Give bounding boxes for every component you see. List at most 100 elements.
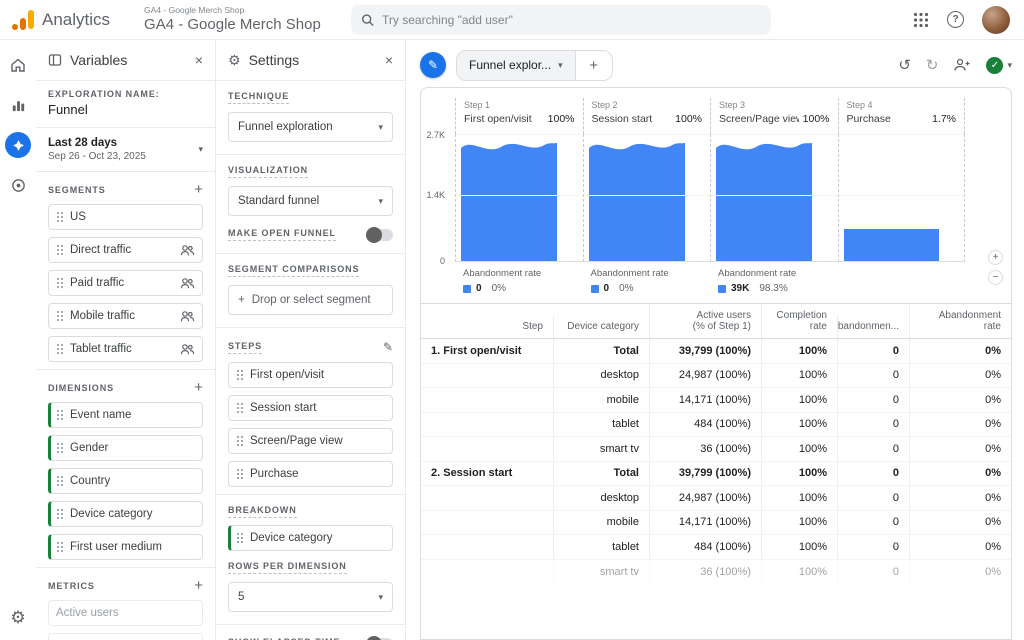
table-row[interactable]: mobile 14,171 (100%) 100% 0 0% <box>421 388 1011 413</box>
table-row[interactable]: mobile 14,171 (100%) 100% 0 0% <box>421 511 1011 536</box>
funnel-bar-area[interactable] <box>710 134 838 262</box>
saved-status-button[interactable]: ✓ ▾ <box>986 57 1012 74</box>
apps-grid-icon[interactable] <box>913 12 929 28</box>
zoom-in-button[interactable]: + <box>988 250 1003 265</box>
drag-handle-icon[interactable] <box>56 343 64 355</box>
table-row[interactable]: desktop 24,987 (100%) 100% 0 0% <box>421 486 1011 511</box>
table-row[interactable]: tablet 484 (100%) 100% 0 0% <box>421 413 1011 438</box>
add-metric-icon[interactable]: + <box>194 578 203 593</box>
drag-handle-icon[interactable] <box>236 402 244 414</box>
drag-handle-icon[interactable] <box>236 468 244 480</box>
table-row[interactable]: smart tv 36 (100%) 100% 0 0% <box>421 560 1011 585</box>
undo-icon[interactable]: ↺ <box>898 56 911 74</box>
table-row[interactable]: tablet 484 (100%) 100% 0 0% <box>421 535 1011 560</box>
analytics-logo-icon[interactable] <box>10 8 36 32</box>
add-dimension-icon[interactable]: + <box>194 380 203 395</box>
nav-advertising-icon[interactable] <box>5 172 31 198</box>
funnel-bar-area[interactable] <box>583 134 711 262</box>
variables-panel-icon <box>48 53 62 67</box>
nav-reports-icon[interactable] <box>5 92 31 118</box>
cell-abandonments: 0 <box>837 413 909 437</box>
metric-chip[interactable]: Event count <box>48 633 203 640</box>
funnel-step-column[interactable]: Step 3 Screen/Page view 100% Abandonment… <box>710 98 838 303</box>
drag-handle-icon[interactable] <box>236 532 244 544</box>
drag-handle-icon[interactable] <box>56 541 64 553</box>
edit-steps-icon[interactable]: ✎ <box>383 340 393 354</box>
date-range-picker[interactable]: Last 28 days Sep 26 - Oct 23, 2025 ▾ <box>48 128 203 171</box>
table-row[interactable]: smart tv 36 (100%) 100% 0 0% <box>421 437 1011 462</box>
drag-handle-icon[interactable] <box>236 369 244 381</box>
drag-handle-icon[interactable] <box>56 244 64 256</box>
dimension-chip[interactable]: Gender <box>48 435 203 461</box>
segment-chip[interactable]: Mobile traffic <box>48 303 203 329</box>
exploration-canvas: ✎ Funnel explor... ▾ + ↺ ↻ ✓ ▾ <box>406 40 1024 640</box>
cell-device-category: mobile <box>553 388 649 412</box>
dimension-chip[interactable]: Country <box>48 468 203 494</box>
user-avatar[interactable] <box>982 6 1010 34</box>
help-icon[interactable]: ? <box>947 11 964 28</box>
funnel-step-chip[interactable]: Purchase <box>228 461 393 487</box>
drag-handle-icon[interactable] <box>56 475 64 487</box>
drag-handle-icon[interactable] <box>56 310 64 322</box>
drag-handle-icon[interactable] <box>56 442 64 454</box>
variables-title: Variables <box>70 52 127 68</box>
funnel-step-column[interactable]: Step 1 First open/visit 100% Abandonment… <box>455 98 583 303</box>
visualization-select[interactable]: Standard funnel ▾ <box>228 186 393 216</box>
share-user-icon[interactable] <box>953 57 971 73</box>
dimension-chip[interactable]: Event name <box>48 402 203 428</box>
segment-chip[interactable]: Tablet traffic <box>48 336 203 362</box>
date-range-dates: Sep 26 - Oct 23, 2025 <box>48 151 146 162</box>
chevron-down-icon: ▾ <box>198 144 203 155</box>
nav-explore-icon[interactable] <box>5 132 31 158</box>
add-tab-button[interactable]: + <box>576 51 612 80</box>
redo-icon[interactable]: ↻ <box>926 56 939 74</box>
chevron-down-icon: ▾ <box>1007 60 1012 71</box>
cell-completion-rate: 100% <box>761 437 837 461</box>
funnel-step-column[interactable]: Step 2 Session start 100% Abandonment ra… <box>583 98 711 303</box>
dimension-chip[interactable]: Device category <box>48 501 203 527</box>
funnel-step-chip[interactable]: Session start <box>228 395 393 421</box>
funnel-bar[interactable] <box>844 229 939 261</box>
table-row[interactable]: 1. First open/visit Total 39,799 (100%) … <box>421 339 1011 364</box>
segment-chip[interactable]: Paid traffic <box>48 270 203 296</box>
funnel-step-chip[interactable]: Screen/Page view <box>228 428 393 454</box>
nav-home-icon[interactable] <box>5 52 31 78</box>
segment-chip[interactable]: US <box>48 204 203 230</box>
rows-per-dimension-select[interactable]: 5 ▾ <box>228 582 393 612</box>
cell-completion-rate: 100% <box>761 388 837 412</box>
nav-admin-gear-icon[interactable]: ⚙ <box>10 608 25 628</box>
drag-handle-icon[interactable] <box>236 435 244 447</box>
open-funnel-toggle[interactable] <box>367 229 393 241</box>
add-segment-icon[interactable]: + <box>194 182 203 197</box>
funnel-bar[interactable] <box>461 134 557 261</box>
tab-funnel-exploration[interactable]: Funnel explor... ▾ <box>457 51 575 80</box>
funnel-bar-area[interactable] <box>838 134 966 262</box>
exploration-name-value[interactable]: Funnel <box>48 102 203 117</box>
funnel-bar[interactable] <box>716 134 812 261</box>
segment-chip[interactable]: Direct traffic <box>48 237 203 263</box>
dimension-chip[interactable]: First user medium <box>48 534 203 560</box>
search-bar[interactable] <box>351 5 771 35</box>
edit-mode-pencil-icon[interactable]: ✎ <box>420 52 446 78</box>
close-settings-icon[interactable]: × <box>385 52 393 68</box>
close-variables-icon[interactable]: × <box>195 52 203 68</box>
funnel-bar-area[interactable] <box>455 134 583 262</box>
funnel-bar[interactable] <box>589 134 685 261</box>
cell-completion-rate: 100% <box>761 462 837 486</box>
search-input[interactable] <box>382 13 761 27</box>
drag-handle-icon[interactable] <box>56 508 64 520</box>
zoom-out-button[interactable]: − <box>988 270 1003 285</box>
technique-select[interactable]: Funnel exploration ▾ <box>228 112 393 142</box>
drag-handle-icon[interactable] <box>56 211 64 223</box>
table-row[interactable]: 2. Session start Total 39,799 (100%) 100… <box>421 462 1011 487</box>
breakdown-chip[interactable]: Device category <box>228 525 393 551</box>
property-switcher[interactable]: GA4 - Google Merch Shop GA4 - Google Mer… <box>144 6 321 33</box>
table-header-row: Step Device category Active users (% of … <box>421 304 1011 339</box>
segment-drop-zone[interactable]: + Drop or select segment <box>228 285 393 315</box>
funnel-step-column[interactable]: Step 4 Purchase 1.7% Abandonment rate <box>838 98 966 303</box>
funnel-step-chip[interactable]: First open/visit <box>228 362 393 388</box>
drag-handle-icon[interactable] <box>56 277 64 289</box>
table-row[interactable]: desktop 24,987 (100%) 100% 0 0% <box>421 364 1011 389</box>
drag-handle-icon[interactable] <box>56 409 64 421</box>
metric-chip[interactable]: Active users <box>48 600 203 626</box>
